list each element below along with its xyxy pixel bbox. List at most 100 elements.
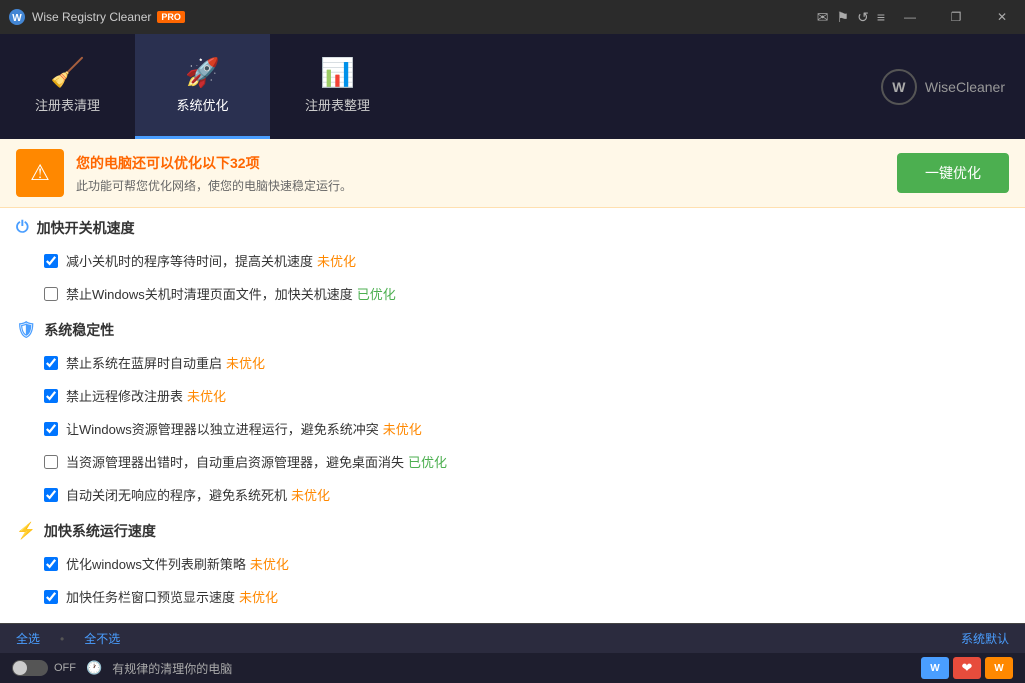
item8-text: 优化windows文件列表刷新策略未优化 <box>66 554 1009 573</box>
toggle-knob <box>13 661 27 675</box>
system-stability-icon: 🛡 <box>16 320 36 340</box>
item4-checkbox[interactable] <box>44 389 58 403</box>
status-icon-btn-2[interactable]: ❤ <box>953 657 981 679</box>
app-title: Wise Registry Cleaner <box>32 10 151 24</box>
item2-checkbox[interactable] <box>44 287 58 301</box>
tab-registry-clean-icon: 🧹 <box>50 56 85 89</box>
list-item: 自动关闭无响应的程序，避免系统死机未优化 <box>16 478 1009 511</box>
status-icon-btn-3[interactable]: W <box>985 657 1013 679</box>
item4-status: 未优化 <box>187 389 226 404</box>
schedule-text: 有规律的清理你的电脑 <box>112 660 911 677</box>
mail-icon[interactable]: ✉ <box>817 9 829 26</box>
status-icon-btn-1[interactable]: W <box>921 657 949 679</box>
banner-count: 32 <box>230 155 246 171</box>
item5-text: 让Windows资源管理器以独立进程运行，避免系统冲突未优化 <box>66 419 1009 438</box>
startup-speed-icon: ⏻ <box>16 219 29 237</box>
auto-clean-toggle[interactable]: OFF <box>12 660 76 676</box>
item1-text: 减小关机时的程序等待时间，提高关机速度未优化 <box>66 251 1009 270</box>
item10-text: 加快Aero Snap显示速度未优化 <box>66 620 1009 623</box>
minimize-button[interactable]: — <box>887 0 933 34</box>
section-system-stability-label: 系统稳定性 <box>44 320 114 340</box>
item4-text: 禁止远程修改注册表未优化 <box>66 386 1009 405</box>
item9-checkbox[interactable] <box>44 590 58 604</box>
item8-status: 未优化 <box>250 557 289 572</box>
schedule-icon: 🕐 <box>86 660 102 676</box>
warning-icon: ⚠ <box>30 160 50 186</box>
refresh-icon[interactable]: ↺ <box>857 9 869 26</box>
menu-icon[interactable]: ≡ <box>877 9 885 25</box>
banner: ⚠ 您的电脑还可以优化以下32项 此功能可帮您优化网络，使您的电脑快速稳定运行。… <box>0 139 1025 208</box>
brand-name: WiseCleaner <box>925 79 1005 95</box>
close-button[interactable]: ✕ <box>979 0 1025 34</box>
status-bar: OFF 🕐 有规律的清理你的电脑 W ❤ W <box>0 653 1025 683</box>
toggle-track[interactable] <box>12 660 48 676</box>
banner-subtitle: 此功能可帮您优化网络，使您的电脑快速稳定运行。 <box>76 177 885 194</box>
banner-text: 您的电脑还可以优化以下32项 此功能可帮您优化网络，使您的电脑快速稳定运行。 <box>76 153 885 194</box>
list-item: 减小关机时的程序等待时间，提高关机速度未优化 <box>16 244 1009 277</box>
section-startup-speed: ⏻ 加快开关机速度 <box>16 208 1009 244</box>
list-item: 让Windows资源管理器以独立进程运行，避免系统冲突未优化 <box>16 412 1009 445</box>
item5-status: 未优化 <box>383 422 422 437</box>
item6-text: 当资源管理器出错时，自动重启资源管理器，避免桌面消失已优化 <box>66 452 1009 471</box>
restore-default-link[interactable]: 系统默认 <box>961 630 1009 647</box>
item2-text: 禁止Windows关机时清理页面文件，加快关机速度已优化 <box>66 284 1009 303</box>
list-item: 当资源管理器出错时，自动重启资源管理器，避免桌面消失已优化 <box>16 445 1009 478</box>
item2-status: 已优化 <box>357 287 396 302</box>
toggle-label: OFF <box>54 662 76 674</box>
section-startup-speed-label: 加快开关机速度 <box>37 218 135 238</box>
list-item: 优化windows文件列表刷新策略未优化 <box>16 547 1009 580</box>
item9-status: 未优化 <box>239 590 278 605</box>
maximize-button[interactable]: ❐ <box>933 0 979 34</box>
banner-title: 您的电脑还可以优化以下32项 <box>76 153 885 173</box>
section-system-stability: 🛡 系统稳定性 <box>16 310 1009 346</box>
nav-tabs: 🧹 注册表清理 🚀 系统优化 📊 注册表整理 W WiseCleaner <box>0 34 1025 139</box>
tab-system-optimize-label: 系统优化 <box>176 95 228 114</box>
item7-checkbox[interactable] <box>44 488 58 502</box>
item7-text: 自动关闭无响应的程序，避免系统死机未优化 <box>66 485 1009 504</box>
list-item: 加快Aero Snap显示速度未优化 <box>16 613 1009 623</box>
section-system-run-speed: ⚡ 加快系统运行速度 <box>16 511 1009 547</box>
item1-status: 未优化 <box>317 254 356 269</box>
item6-checkbox[interactable] <box>44 455 58 469</box>
status-icons: W ❤ W <box>921 657 1013 679</box>
system-run-speed-icon: ⚡ <box>16 521 36 541</box>
separator: • <box>60 632 64 646</box>
flag-icon[interactable]: ⚑ <box>837 9 850 26</box>
item3-status: 未优化 <box>226 356 265 371</box>
item10-checkbox[interactable] <box>44 623 58 624</box>
one-click-optimize-button[interactable]: 一键优化 <box>897 153 1009 193</box>
brand-area: W WiseCleaner <box>881 34 1025 139</box>
banner-icon: ⚠ <box>16 149 64 197</box>
select-all-link[interactable]: 全选 <box>16 630 40 647</box>
title-icons: ✉ ⚑ ↺ ≡ <box>817 0 885 34</box>
status-icon-3: W <box>994 663 1003 674</box>
app-icon: W <box>8 8 26 26</box>
list-item: 禁止系统在蓝屏时自动重启未优化 <box>16 346 1009 379</box>
svg-text:W: W <box>12 13 22 24</box>
status-icon-1: W <box>930 663 939 674</box>
item8-checkbox[interactable] <box>44 557 58 571</box>
list-item: 禁止远程修改注册表未优化 <box>16 379 1009 412</box>
banner-title-prefix: 您的电脑还可以优化以下 <box>76 155 230 171</box>
title-bar: W Wise Registry Cleaner PRO ✉ ⚑ ↺ ≡ — ❐ … <box>0 0 1025 34</box>
tab-registry-clean-label: 注册表清理 <box>35 95 100 114</box>
tab-registry-clean[interactable]: 🧹 注册表清理 <box>0 34 135 139</box>
item6-status: 已优化 <box>408 455 447 470</box>
brand-logo-text: W <box>892 79 905 95</box>
item5-checkbox[interactable] <box>44 422 58 436</box>
item3-text: 禁止系统在蓝屏时自动重启未优化 <box>66 353 1009 372</box>
item1-checkbox[interactable] <box>44 254 58 268</box>
status-icon-2: ❤ <box>962 660 973 676</box>
bottom-bar: 全选 • 全不选 系统默认 <box>0 623 1025 653</box>
deselect-all-link[interactable]: 全不选 <box>84 630 120 647</box>
section-system-run-speed-label: 加快系统运行速度 <box>44 521 156 541</box>
item7-status: 未优化 <box>291 488 330 503</box>
tab-registry-organize[interactable]: 📊 注册表整理 <box>270 34 405 139</box>
list-item: 加快任务栏窗口预览显示速度未优化 <box>16 580 1009 613</box>
item3-checkbox[interactable] <box>44 356 58 370</box>
tab-registry-organize-icon: 📊 <box>320 56 355 89</box>
pro-badge: PRO <box>157 11 185 23</box>
list-item: 禁止Windows关机时清理页面文件，加快关机速度已优化 <box>16 277 1009 310</box>
tab-system-optimize[interactable]: 🚀 系统优化 <box>135 34 270 139</box>
item9-text: 加快任务栏窗口预览显示速度未优化 <box>66 587 1009 606</box>
